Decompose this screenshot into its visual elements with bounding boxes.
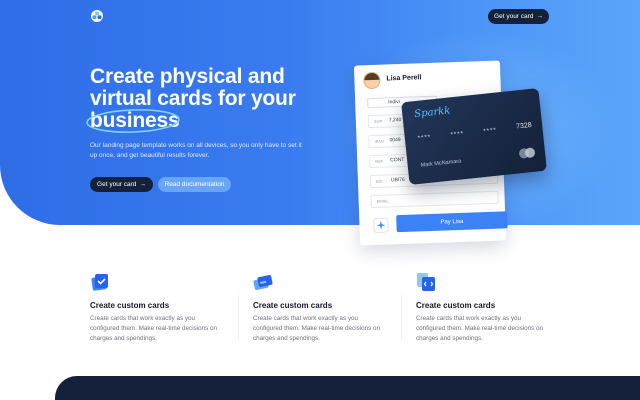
field-label: IBAN [374,138,384,144]
payee-name: Lisa Perell [386,74,422,83]
mastercard-icon [519,147,536,159]
field-value: 0049 [389,137,401,144]
field-value: UBI76 [390,176,405,184]
avatar [363,71,381,90]
sparkle-button[interactable] [373,217,389,234]
field-label: SUR [373,118,383,124]
feature-divider [401,295,402,340]
highlight-ring-icon [86,109,180,133]
credit-card: Sparkk **** **** **** 7328 Mark McNamara [401,88,547,185]
field-label: REF [375,158,384,164]
card-number-group: **** [483,127,498,135]
hero-title-line-1: Create physical and [90,65,285,88]
hero-get-card-label: Get your card [97,181,137,188]
card-last-digits: 7328 [515,121,533,131]
card-brand-logo: Sparkk [413,105,451,121]
card-check-icon [91,274,108,291]
email-field[interactable]: EMAIL [370,190,499,209]
feature-title: Create custom cards [90,301,170,310]
feature-description: Create cards that work exactly as you co… [416,315,544,342]
feature-description: Create cards that work exactly as you co… [90,315,218,342]
nav-get-card-label: Get your card [494,13,534,20]
field-value: CONT [390,156,405,164]
hero-subtitle: Our landing page template works on all d… [90,142,302,159]
nav-get-card-button[interactable]: Get your card → [488,9,549,24]
card-code-icon [417,273,435,291]
footer-band [55,376,640,400]
logo-icon[interactable] [90,9,104,23]
arrow-right-icon: → [139,181,146,188]
card-number-group: **** [450,131,465,139]
feature-divider [238,295,239,340]
cards-stack-icon [253,275,273,290]
read-documentation-button[interactable]: Read documentation [158,177,231,192]
field-label: EMAIL [376,198,389,204]
feature-description: Create cards that work exactly as you co… [253,315,381,342]
card-number-group: **** [417,134,432,142]
feature-title: Create custom cards [416,301,496,310]
sparkle-icon [376,220,386,230]
card-holder-name: Mark McNamara [420,158,462,169]
hero-title: Create physical and virtual cards for yo… [86,65,330,133]
field-label: BIC [375,178,383,184]
hero-title-highlight: business [86,109,180,133]
arrow-right-icon: → [536,13,543,20]
hero-get-card-button[interactable]: Get your card → [90,177,153,192]
feature-title: Create custom cards [253,301,333,310]
field-value: 7,240 [388,116,402,124]
pay-button[interactable]: Pay Lisa [396,211,508,233]
